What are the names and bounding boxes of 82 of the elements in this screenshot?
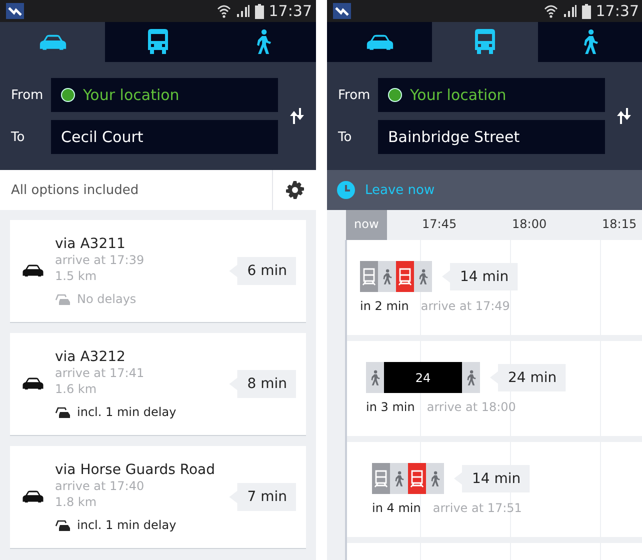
to-label: To	[11, 130, 26, 144]
walking-person-icon	[418, 268, 428, 284]
duration-tag: 8 min	[229, 370, 296, 398]
bus-line-segment: 24	[384, 362, 462, 393]
signal-icon	[562, 4, 577, 18]
walking-person-icon	[255, 29, 272, 55]
wifi-icon	[216, 4, 231, 18]
train-icon	[362, 268, 376, 286]
train-icon	[398, 268, 412, 286]
duration-tag: 7 min	[229, 483, 296, 511]
to-field[interactable]: Cecil Court	[51, 120, 278, 154]
route-distance: 1.5 km	[55, 268, 98, 284]
delay-info: No delays	[77, 292, 136, 306]
route-card[interactable]: via A3211 arrive at 17:39 1.5 km No delays 6 min	[10, 220, 306, 322]
to-field[interactable]: Bainbridge Street	[378, 120, 605, 154]
car-icon	[38, 34, 67, 50]
route-distance: 1.8 km	[55, 494, 98, 510]
walking-person-icon	[370, 370, 380, 386]
battery-icon	[254, 4, 264, 18]
departure-time: in 3 min	[366, 400, 415, 414]
timeline-tick: now	[346, 210, 387, 240]
options-summary: All options included	[10, 182, 140, 198]
bus-icon	[474, 29, 495, 55]
route-title: via Horse Guards Road	[55, 462, 216, 478]
arrival-time: arrive at 17:40	[55, 478, 146, 494]
route-distance: 1.6 km	[55, 381, 98, 397]
walking-person-icon	[382, 268, 392, 284]
location-dot-icon	[388, 88, 402, 102]
route-title: via A3212	[55, 349, 126, 365]
from-field[interactable]: Your location	[378, 78, 605, 112]
delay-info: incl. 1 min delay	[77, 518, 176, 532]
app-logo-icon	[333, 3, 351, 19]
train-icon	[410, 470, 424, 488]
trip-row[interactable]: 24 24 min in 3 min arrive at 18:00	[347, 341, 642, 442]
timeline-tick: 18:00	[511, 216, 548, 233]
timeline-tick: 17:45	[421, 216, 458, 233]
arrival-time: arrive at 17:41	[55, 365, 146, 381]
arrival-time: arrive at 17:39	[55, 252, 146, 268]
from-label: From	[11, 88, 44, 102]
departure-time: in 4 min	[372, 501, 421, 515]
walking-person-icon	[466, 370, 476, 386]
duration-tag: 6 min	[229, 257, 296, 285]
leave-now-button[interactable]: Leave now	[327, 170, 642, 210]
location-dot-icon	[61, 88, 75, 102]
route-title: via A3211	[55, 236, 126, 252]
status-time: 17:37	[268, 2, 312, 20]
bus-icon	[148, 29, 168, 55]
from-field[interactable]: Your location	[51, 78, 278, 112]
duration-tag: 24 min	[490, 364, 566, 392]
to-label: To	[338, 130, 353, 144]
clock-icon	[337, 181, 355, 199]
mode-tab[interactable]	[432, 22, 538, 62]
route-card[interactable]: via Horse Guards Road arrive at 17:40 1.8 km incl. 1 min delay 7 min	[10, 446, 306, 548]
wifi-icon	[544, 4, 558, 18]
walking-person-icon	[394, 470, 404, 486]
swap-icon[interactable]	[290, 108, 304, 124]
app-logo-icon	[6, 3, 24, 19]
arrival-time: arrive at 17:51	[432, 500, 522, 516]
departure-time: in 2 min	[360, 299, 409, 313]
walking-person-icon	[582, 29, 598, 55]
signal-icon	[236, 4, 250, 18]
train-icon	[374, 470, 388, 488]
car-icon	[22, 377, 44, 391]
arrival-time: arrive at 18:00	[426, 399, 516, 415]
settings-icon	[286, 181, 304, 199]
swap-icon[interactable]	[617, 108, 631, 124]
route-card[interactable]: via A3212 arrive at 17:41 1.6 km incl. 1 min delay 8 min	[10, 333, 306, 435]
walking-person-icon	[430, 470, 440, 486]
from-label: From	[338, 88, 372, 102]
battery-icon	[582, 4, 591, 18]
car-icon	[22, 490, 44, 504]
duration-tag: 14 min	[454, 464, 530, 492]
trip-row[interactable]: 14 min in 2 min arrive at 17:49	[347, 240, 642, 341]
duration-tag: 14 min	[442, 262, 518, 290]
car-icon	[366, 34, 394, 50]
car-icon	[22, 264, 44, 278]
status-time: 17:37	[596, 2, 639, 20]
trip-row[interactable]: 14 min in 4 min arrive at 17:51	[347, 442, 642, 543]
timeline-tick: 18:15	[601, 216, 638, 233]
delay-info: incl. 1 min delay	[77, 405, 176, 419]
arrival-time: arrive at 17:49	[420, 298, 510, 314]
mode-tab[interactable]	[0, 22, 106, 62]
